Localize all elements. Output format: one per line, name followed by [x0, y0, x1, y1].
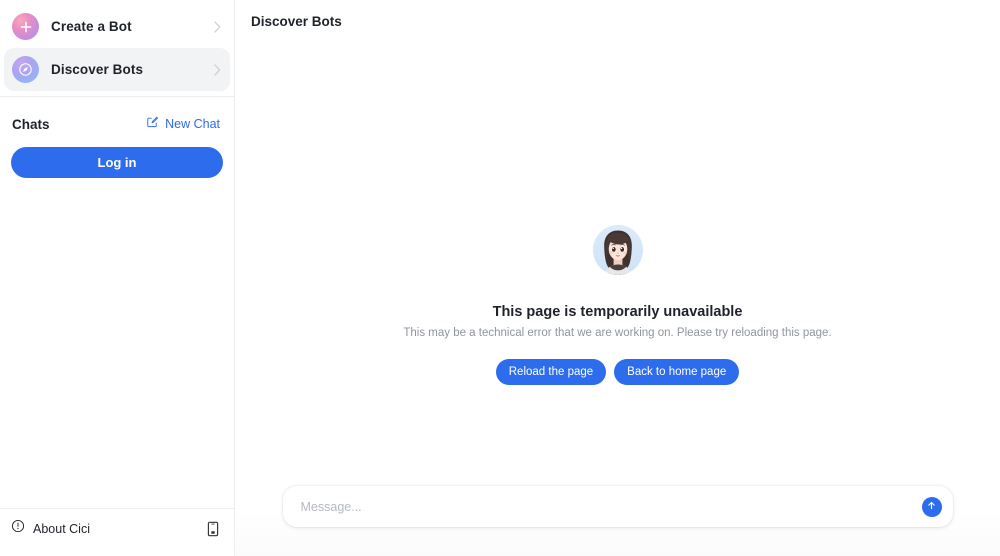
chats-title: Chats — [12, 116, 50, 132]
new-chat-button[interactable]: New Chat — [146, 115, 220, 133]
sidebar-chat-list-empty — [0, 178, 234, 508]
about-cici-label: About Cici — [33, 521, 90, 536]
sidebar-item-discover-bots[interactable]: Discover Bots — [4, 48, 230, 91]
cici-avatar — [592, 225, 643, 275]
chevron-right-icon — [214, 63, 221, 76]
plus-icon — [12, 13, 39, 40]
send-button[interactable] — [921, 496, 942, 517]
info-circle-icon — [11, 519, 25, 538]
message-input[interactable] — [300, 499, 909, 514]
error-actions: Reload the page Back to home page — [495, 359, 740, 385]
log-in-button[interactable]: Log in — [11, 147, 223, 178]
app-root: Create a Bot Discover Bots Chats New Cha… — [0, 0, 1000, 556]
page-title: Discover Bots — [251, 13, 342, 29]
login-container: Log in — [0, 137, 234, 178]
error-title: This page is temporarily unavailable — [492, 304, 743, 320]
error-state: This page is temporarily unavailable Thi… — [235, 225, 1000, 385]
compass-icon — [12, 56, 39, 83]
arrow-up-icon — [926, 499, 937, 514]
composer-area — [235, 480, 1000, 556]
compose-icon — [146, 115, 159, 133]
error-subtitle: This may be a technical error that we ar… — [403, 327, 832, 339]
sidebar-item-create-a-bot[interactable]: Create a Bot — [4, 5, 230, 48]
reload-the-page-button[interactable]: Reload the page — [495, 359, 607, 385]
main-body: This page is temporarily unavailable Thi… — [235, 42, 1000, 556]
sidebar-footer: About Cici — [0, 508, 234, 548]
sidebar-item-label: Discover Bots — [51, 62, 144, 77]
back-to-home-page-button[interactable]: Back to home page — [614, 359, 740, 385]
message-composer[interactable] — [282, 486, 953, 527]
sidebar-item-label: Create a Bot — [51, 19, 132, 34]
sidebar: Create a Bot Discover Bots Chats New Cha… — [0, 0, 235, 556]
main-header: Discover Bots — [235, 0, 1000, 42]
chevron-right-icon — [214, 20, 221, 33]
main-content: Discover Bots This page is temporarily u… — [235, 0, 1000, 556]
sidebar-nav: Create a Bot Discover Bots — [0, 0, 234, 91]
about-cici-button[interactable]: About Cici — [11, 519, 90, 538]
new-chat-label: New Chat — [165, 117, 220, 131]
mobile-phone-icon[interactable] — [206, 521, 220, 537]
chats-header: Chats New Chat — [0, 97, 234, 137]
